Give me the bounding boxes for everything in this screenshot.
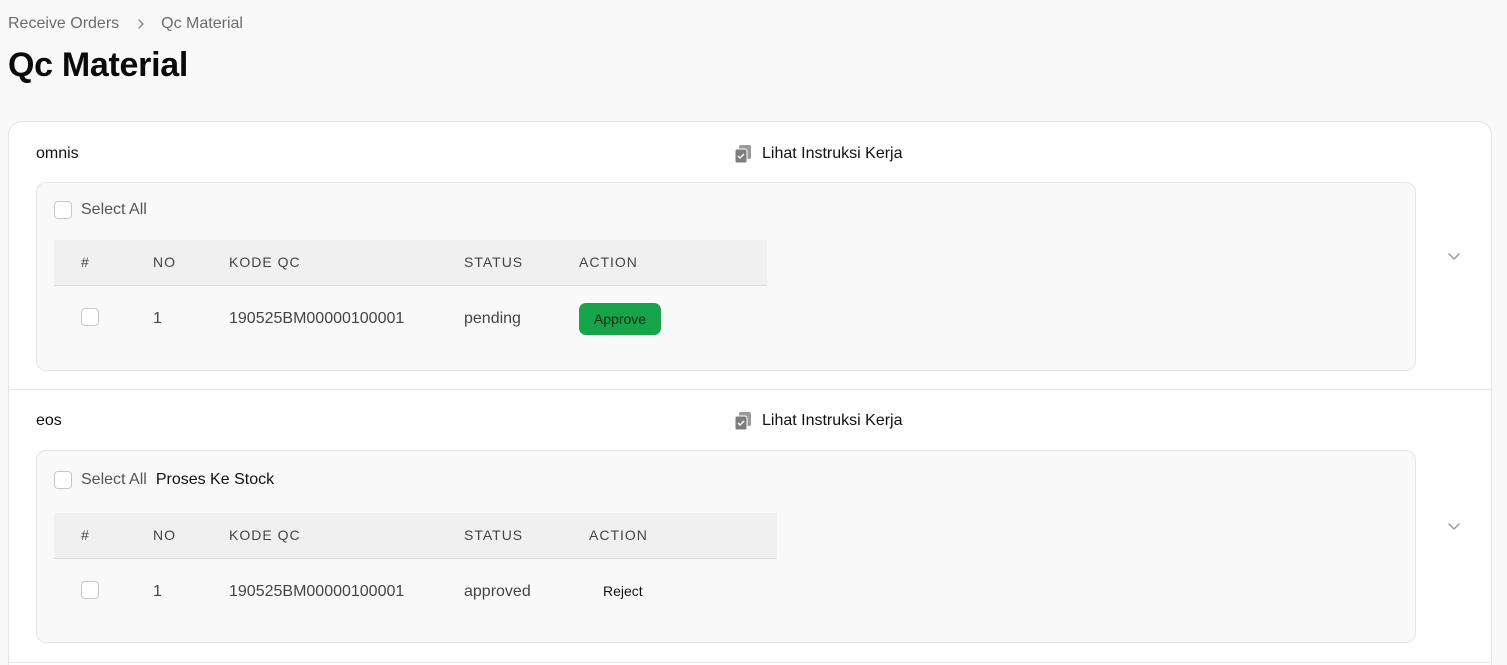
col-kode-qc: KODE QC (229, 240, 464, 286)
table-row: 1 190525BM00000100001 approved Reject (54, 558, 777, 626)
row-checkbox[interactable] (81, 307, 99, 326)
instruction-label: Lihat Instruksi Kerja (762, 145, 903, 162)
row-no: 1 (153, 310, 162, 328)
col-status: STATUS (464, 513, 589, 559)
section-divider (9, 662, 1491, 663)
section-name: omnis (36, 145, 79, 162)
row-kode-qc: 190525BM00000100001 (229, 583, 405, 601)
row-select-cell (54, 558, 153, 626)
row-status: approved (464, 583, 531, 601)
instruction-link[interactable]: Lihat Instruksi Kerja (734, 411, 903, 431)
select-all-row: Select All (54, 201, 147, 219)
col-status: STATUS (464, 240, 579, 286)
col-no: NO (153, 513, 229, 559)
section-name: eos (36, 412, 62, 429)
qc-card: omnis Lihat Instruksi Kerja Select All #… (8, 121, 1492, 665)
qc-table: # NO KODE QC STATUS ACTION 1 190525BM000… (54, 513, 777, 626)
select-all-checkbox[interactable] (54, 201, 72, 219)
select-all-row: Select All Proses Ke Stock (54, 471, 274, 489)
proses-ke-stock-button[interactable]: Proses Ke Stock (156, 471, 274, 489)
qc-table-panel: Select All Proses Ke Stock # NO KODE QC … (36, 450, 1416, 643)
row-status: pending (464, 310, 521, 328)
row-action-cell: Approve (579, 285, 767, 353)
instruction-label: Lihat Instruksi Kerja (762, 412, 903, 429)
table-row: 1 190525BM00000100001 pending Approve (54, 285, 767, 353)
select-all-label: Select All (81, 471, 147, 488)
col-action: ACTION (589, 513, 777, 559)
row-checkbox[interactable] (81, 580, 99, 599)
page-title: Qc Material (8, 46, 188, 84)
select-all-label: Select All (81, 201, 147, 218)
clipboard-check-icon (734, 411, 752, 431)
qc-table-panel: Select All # NO KODE QC STATUS ACTION 1 (36, 182, 1416, 371)
select-all-checkbox[interactable] (54, 471, 72, 489)
row-kode-qc: 190525BM00000100001 (229, 310, 405, 328)
instruction-link[interactable]: Lihat Instruksi Kerja (734, 144, 903, 164)
clipboard-check-icon (734, 144, 752, 164)
chevron-down-icon[interactable] (1446, 248, 1462, 264)
breadcrumb-current: Qc Material (161, 15, 243, 32)
qc-section-omnis: omnis Lihat Instruksi Kerja Select All #… (9, 122, 1491, 390)
breadcrumb: Receive Orders Qc Material (8, 15, 243, 33)
table-header-row: # NO KODE QC STATUS ACTION (54, 240, 767, 286)
approve-button[interactable]: Approve (579, 303, 661, 336)
row-no: 1 (153, 583, 162, 601)
chevron-right-icon (136, 18, 146, 30)
col-no: NO (153, 240, 229, 286)
table-header-row: # NO KODE QC STATUS ACTION (54, 513, 777, 559)
reject-button[interactable]: Reject (589, 583, 657, 599)
qc-section-eos: eos Lihat Instruksi Kerja Select All Pro… (9, 390, 1491, 662)
chevron-down-icon[interactable] (1446, 518, 1462, 534)
row-select-cell (54, 285, 153, 353)
col-action: ACTION (579, 240, 767, 286)
qc-table: # NO KODE QC STATUS ACTION 1 190525BM000… (54, 240, 767, 353)
col-hash: # (54, 240, 153, 286)
col-kode-qc: KODE QC (229, 513, 464, 559)
row-action-cell: Reject (589, 558, 777, 626)
breadcrumb-receive-orders[interactable]: Receive Orders (8, 15, 119, 33)
col-hash: # (54, 513, 153, 559)
